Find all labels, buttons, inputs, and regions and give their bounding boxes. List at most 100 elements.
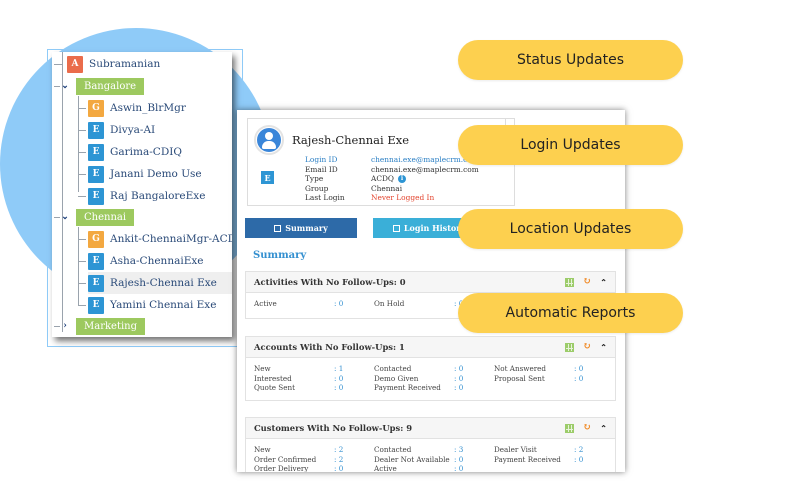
last-login-label: Last Login — [305, 193, 345, 203]
chevron-down-icon[interactable]: ⌄ — [60, 81, 70, 91]
detail-labels: Login ID Email ID Type Group Last Login — [305, 155, 345, 203]
kv-label: Not Answered — [494, 364, 546, 373]
kv-label: On Hold — [374, 299, 405, 308]
chevron-right-icon[interactable]: › — [60, 321, 70, 331]
grid-icon[interactable] — [564, 423, 574, 433]
section-title: Accounts With No Follow-Ups: 1 — [254, 342, 405, 352]
kv-grid: New : 1 Contacted : 0 Not Answered : 0 I… — [254, 364, 607, 393]
tree-node-root[interactable]: A Subramanian — [67, 55, 160, 73]
tree-node-label: Subramanian — [89, 58, 161, 70]
kv-value[interactable]: : 0 — [574, 374, 614, 384]
kv-label: Proposal Sent — [494, 373, 545, 383]
section-tools: ↻ ⌃ — [564, 342, 607, 352]
executive-badge: E — [88, 274, 104, 292]
kv-value[interactable]: : 0 — [574, 364, 614, 374]
kv-label: Contacted — [374, 364, 412, 373]
tree-line — [78, 261, 86, 262]
section-body: New : 2 Contacted : 3 Dealer Visit : 2 O… — [246, 439, 615, 472]
kv-value[interactable]: : 3 — [454, 445, 494, 455]
executive-badge: E — [261, 171, 274, 184]
tree-node-label: Yamini Chennai Exe — [110, 299, 217, 311]
section-title: Activities With No Follow-Ups: 0 — [254, 277, 406, 287]
kv-value[interactable]: : 0 — [454, 464, 494, 472]
email-id-value: chennai.exe@maplecrm.com — [371, 164, 479, 174]
kv-value[interactable]: : 2 — [334, 445, 374, 455]
admin-badge: A — [67, 55, 83, 73]
tree-node-label: Asha-ChennaiExe — [110, 255, 204, 267]
summary-button[interactable]: Summary — [245, 218, 357, 238]
group-chip: Bangalore — [76, 77, 145, 95]
kv-value[interactable]: : 0 — [454, 364, 494, 374]
kv-grid: New : 2 Contacted : 3 Dealer Visit : 2 O… — [254, 445, 607, 472]
chevron-up-icon[interactable]: ⌃ — [600, 277, 607, 287]
kv-value[interactable]: : 0 — [574, 455, 614, 465]
tree-node-member[interactable]: E Raj BangaloreExe — [88, 187, 205, 205]
section-tools: ↻ ⌃ — [564, 423, 607, 433]
tree-group-marketing[interactable]: › Marketing — [60, 317, 146, 335]
tree-node-member[interactable]: G Aswin_BlrMgr — [88, 99, 186, 117]
group-value: Chennai — [371, 183, 403, 193]
kv-value[interactable]: : 0 — [454, 383, 494, 393]
kv-label: Order Delivery — [254, 464, 309, 472]
tree-node-member[interactable]: E Divya-AI — [88, 121, 155, 139]
feature-pill-login-updates: Login Updates — [458, 125, 683, 165]
tree-line — [78, 130, 86, 131]
executive-badge: E — [88, 252, 104, 270]
refresh-icon[interactable]: ↻ — [583, 423, 591, 433]
kv-value[interactable]: : 0 — [334, 299, 374, 309]
accounts-section: Accounts With No Follow-Ups: 1 ↻ ⌃ New :… — [245, 336, 616, 401]
tree-node-label: Garima-CDIQ — [110, 146, 182, 158]
tree-node-member[interactable]: E Garima-CDIQ — [88, 143, 182, 161]
section-header: Accounts With No Follow-Ups: 1 ↻ ⌃ — [246, 337, 615, 358]
refresh-icon[interactable]: ↻ — [583, 277, 591, 287]
kv-label: Order Confirmed — [254, 454, 317, 464]
info-icon[interactable]: i — [397, 175, 406, 184]
executive-badge: E — [88, 143, 104, 161]
kv-value[interactable]: : 0 — [334, 464, 374, 472]
kv-value[interactable]: : 1 — [334, 364, 374, 374]
tree-node-member-selected[interactable]: E Rajesh-Chennai Exe — [88, 272, 232, 294]
executive-badge: E — [88, 121, 104, 139]
kv-label: New — [254, 364, 271, 373]
feature-pill-status-updates: Status Updates — [458, 40, 683, 80]
chevron-down-icon[interactable]: ⌄ — [60, 212, 70, 222]
grid-icon[interactable] — [564, 342, 574, 352]
kv-value[interactable]: : 2 — [334, 455, 374, 465]
manager-badge: G — [88, 99, 104, 117]
section-title: Customers With No Follow-Ups: 9 — [254, 423, 413, 433]
profile-name: Rajesh-Chennai Exe — [292, 133, 410, 147]
tree-group-chennai[interactable]: ⌄ Chennai — [60, 208, 135, 226]
kv-label: Quote Sent — [254, 383, 295, 392]
user-icon — [257, 128, 281, 152]
customers-section: Customers With No Follow-Ups: 9 ↻ ⌃ New … — [245, 417, 616, 472]
tree-line — [78, 174, 86, 175]
tree-node-member[interactable]: E Yamini Chennai Exe — [88, 296, 216, 314]
kv-label: Contacted — [374, 445, 412, 454]
summary-button-label: Summary — [285, 223, 328, 233]
tree-node-member[interactable]: G Ankit-ChennaiMgr-ACD — [88, 230, 232, 248]
tree-line — [78, 196, 86, 197]
refresh-icon[interactable]: ↻ — [583, 342, 591, 352]
tree-node-member[interactable]: E Janani Demo Use — [88, 165, 202, 183]
kv-label: Payment Received — [494, 454, 561, 464]
tree-line — [78, 96, 79, 192]
kv-value[interactable]: : 0 — [454, 455, 494, 465]
tree-node-member[interactable]: E Asha-ChennaiExe — [88, 252, 204, 270]
feature-pill-location-updates: Location Updates — [458, 209, 683, 249]
kv-value[interactable]: : 0 — [334, 383, 374, 393]
kv-value[interactable]: : 0 — [454, 374, 494, 384]
type-value: ACDQ — [371, 174, 394, 184]
tree-group-bangalore[interactable]: ⌄ Bangalore — [60, 77, 145, 95]
executive-badge: E — [88, 165, 104, 183]
kv-value[interactable]: : 2 — [574, 445, 614, 455]
grid-icon[interactable] — [564, 277, 574, 287]
executive-badge: E — [88, 187, 104, 205]
kv-label: Dealer Visit — [494, 445, 537, 454]
tree-node-label: Raj BangaloreExe — [110, 190, 206, 202]
chevron-up-icon[interactable]: ⌃ — [600, 423, 607, 433]
kv-label: Active — [254, 299, 277, 308]
group-chip: Marketing — [76, 317, 146, 335]
chevron-up-icon[interactable]: ⌃ — [600, 342, 607, 352]
tree-line — [54, 64, 62, 65]
kv-value[interactable]: : 0 — [334, 374, 374, 384]
